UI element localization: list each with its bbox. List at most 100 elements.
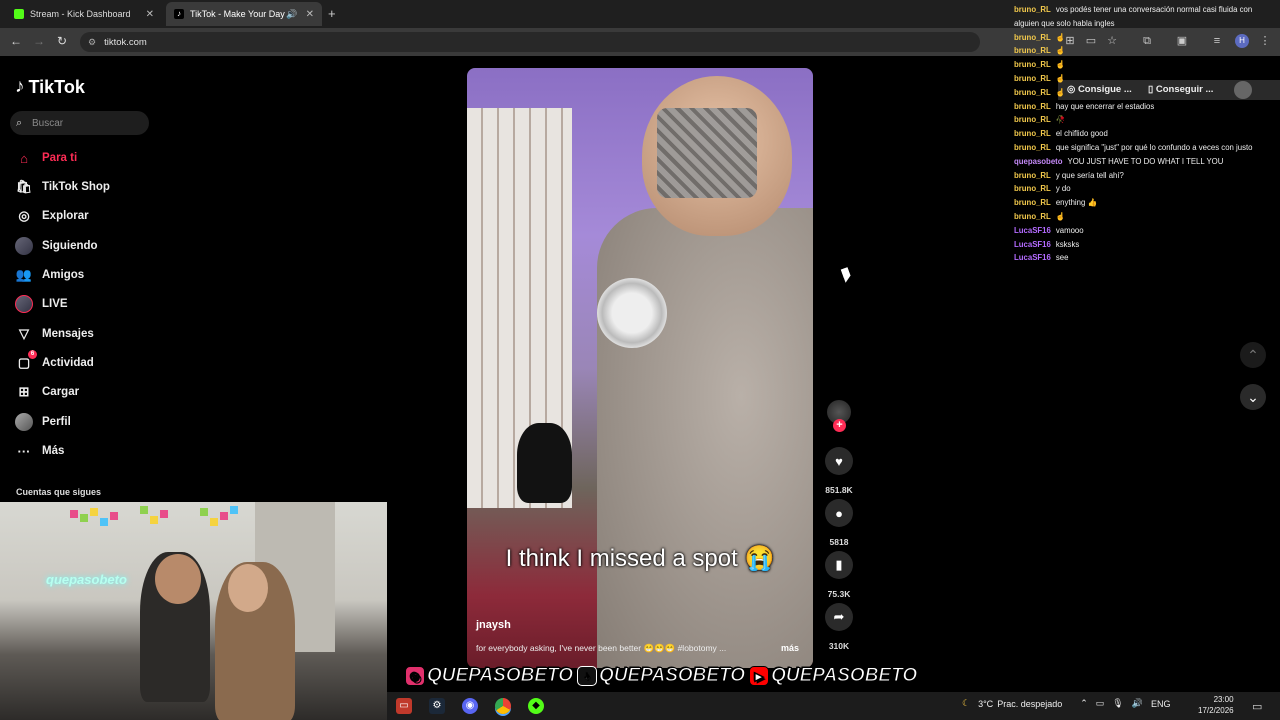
chat-text: ☝ bbox=[1055, 211, 1066, 221]
chat-username: bruno_RL bbox=[1014, 198, 1051, 208]
back-icon[interactable]: ← bbox=[10, 34, 22, 48]
chat-username: bruno_RL bbox=[1014, 87, 1051, 97]
chat-message: quepasobeto YOU JUST HAVE TO DO WHAT I TE… bbox=[1014, 155, 1280, 169]
social-banner: ◎ QUEPASOBETO ♪ QUEPASOBETO ▶ QUEPASOBETO bbox=[405, 661, 918, 691]
chat-text: y que sería tell ahí? bbox=[1055, 170, 1124, 180]
previous-video-button[interactable]: ⌃ bbox=[1240, 342, 1266, 368]
chat-text: ☝ bbox=[1055, 87, 1066, 97]
like-action[interactable]: ♥ 851.8K bbox=[825, 447, 853, 495]
weather-desc: Prac. despejado bbox=[997, 698, 1063, 709]
close-tab-icon[interactable]: ✕ bbox=[146, 9, 154, 20]
chat-text: que significa "just" por qué lo confundo… bbox=[1055, 142, 1253, 152]
tiktok-logo[interactable]: ♪ TikTok bbox=[15, 76, 85, 98]
discord-icon[interactable]: ◉ bbox=[462, 698, 478, 714]
comment-icon[interactable]: ● bbox=[825, 499, 853, 527]
forward-icon[interactable]: → bbox=[33, 34, 45, 48]
chat-message: bruno_RL hay que encerrar el estadios bbox=[1014, 100, 1280, 114]
chat-username: bruno_RL bbox=[1014, 60, 1051, 70]
following-avatar-icon bbox=[15, 237, 33, 255]
share-icon[interactable]: ➦ bbox=[825, 603, 853, 631]
clock[interactable]: 23:00 17/2/2026 bbox=[1198, 694, 1234, 716]
more-icon: ··· bbox=[17, 443, 31, 459]
heart-icon[interactable]: ♥ bbox=[825, 447, 853, 475]
chevron-up-icon[interactable]: ⌃ bbox=[1080, 698, 1088, 709]
friends-icon: 👥 bbox=[15, 267, 33, 282]
sidebar-item-actividad[interactable]: ▢ 6 Actividad bbox=[15, 350, 94, 374]
sidebar-item-mas[interactable]: ··· Más bbox=[15, 440, 65, 462]
chat-message: bruno_RL ☝ bbox=[1014, 72, 1280, 86]
bookmark-icon[interactable]: ▮ bbox=[825, 551, 853, 579]
url-text: tiktok.com bbox=[104, 36, 147, 48]
chat-message: LucaSF16 ksksks bbox=[1014, 238, 1280, 252]
more-link[interactable]: más bbox=[781, 643, 799, 653]
chat-text: 🥀 bbox=[1055, 115, 1066, 125]
video-scene bbox=[597, 208, 813, 668]
close-tab-icon[interactable]: ✕ bbox=[306, 9, 314, 20]
sidebar-item-live[interactable]: LIVE bbox=[15, 293, 68, 315]
chat-text: ☝ bbox=[1055, 46, 1066, 56]
save-action[interactable]: ▮ 75.3K bbox=[825, 551, 853, 599]
social-handle: ♪ QUEPASOBETO bbox=[577, 665, 746, 687]
chat-message: bruno_RL y que sería tell ahí? bbox=[1014, 169, 1280, 183]
tab-kick-dashboard[interactable]: Stream - Kick Dashboard ✕ bbox=[6, 2, 162, 26]
neon-sign: quepasobeto bbox=[46, 572, 127, 587]
handle-text: QUEPASOBETO bbox=[426, 665, 574, 687]
weather-icon[interactable]: ☾ bbox=[962, 698, 970, 709]
tab-tiktok[interactable]: ♪ TikTok - Make Your Day 🔊 ✕ bbox=[166, 2, 322, 26]
site-info-icon[interactable]: ⚙ bbox=[88, 37, 96, 48]
chat-message: bruno_RL ☝ bbox=[1014, 210, 1280, 224]
youtube-icon: ▶ bbox=[749, 666, 770, 686]
speaker-icon[interactable]: 🔊 bbox=[286, 9, 297, 20]
notifications-icon[interactable]: ▭ bbox=[1252, 700, 1262, 713]
chat-username: quepasobeto bbox=[1014, 156, 1063, 166]
new-tab-icon[interactable]: + bbox=[328, 6, 336, 21]
sidebar-item-label: Para ti bbox=[42, 152, 78, 164]
system-tray: ☾ 3°C Prac. despejado ⌃ ▭ 🎙 🔊 ENG bbox=[962, 698, 1170, 709]
kick-app-icon[interactable]: ◆ bbox=[528, 698, 544, 714]
search-icon: ⌕ bbox=[16, 116, 23, 129]
sidebar-item-siguiendo[interactable]: Siguiendo bbox=[15, 235, 98, 257]
sidebar-item-explorar[interactable]: ◎ Explorar bbox=[15, 205, 88, 227]
sidebar-item-para-ti[interactable]: ⌂ Para ti bbox=[15, 147, 77, 169]
chat-text: el chiflido good bbox=[1055, 129, 1108, 139]
tiktok-icon: ♪ bbox=[577, 666, 598, 686]
chat-username: LucaSF16 bbox=[1014, 253, 1051, 263]
sidebar-item-cargar[interactable]: ⊞ Cargar bbox=[15, 381, 80, 403]
chat-message: bruno_RL ☝ bbox=[1014, 86, 1280, 100]
chat-message: bruno_RL el chiflido good bbox=[1014, 127, 1280, 141]
comment-action[interactable]: ● 5818 bbox=[825, 499, 853, 547]
following-header: Cuentas que sigues bbox=[16, 487, 102, 497]
chat-text: ☝ bbox=[1055, 60, 1066, 70]
sidebar-item-label: Perfil bbox=[42, 416, 71, 428]
video-scene bbox=[517, 423, 572, 503]
volume-icon[interactable]: 🔊 bbox=[1132, 698, 1143, 709]
follow-plus-icon[interactable]: + bbox=[833, 419, 846, 432]
app-icon[interactable]: ▭ bbox=[396, 698, 412, 714]
language-indicator[interactable]: ENG bbox=[1151, 699, 1171, 709]
sidebar-item-mensajes[interactable]: ▽ Mensajes bbox=[15, 323, 94, 345]
weather-temp: 3°C bbox=[978, 698, 994, 709]
sidebar-item-perfil[interactable]: Perfil bbox=[15, 411, 71, 433]
chat-message: bruno_RL vos podés tener una conversación… bbox=[1014, 3, 1280, 17]
steam-icon[interactable]: ⚙ bbox=[429, 698, 445, 714]
next-video-button[interactable]: ⌄ bbox=[1240, 384, 1266, 410]
compass-icon: ◎ bbox=[18, 208, 30, 223]
chat-text: vos podés tener una conversación normal … bbox=[1055, 5, 1253, 14]
chat-username: bruno_RL bbox=[1014, 32, 1051, 42]
share-action[interactable]: ➦ 310K bbox=[825, 603, 853, 651]
sidebar-item-tiktok-shop[interactable]: 🛍 TikTok Shop bbox=[15, 176, 110, 198]
reload-icon[interactable]: ↻ bbox=[57, 34, 67, 48]
mic-icon[interactable]: 🎙 bbox=[1112, 698, 1123, 709]
search-input[interactable]: ⌕ Buscar bbox=[10, 111, 149, 135]
video-caption: I think I missed a spot 😭 bbox=[505, 545, 775, 572]
chrome-icon[interactable] bbox=[495, 698, 511, 714]
sidebar-item-label: Mensajes bbox=[42, 328, 94, 340]
sidebar-item-label: Cargar bbox=[42, 386, 80, 398]
video-scene bbox=[657, 108, 757, 198]
video-author[interactable]: jnaysh bbox=[476, 619, 511, 631]
sidebar-item-amigos[interactable]: 👥 Amigos bbox=[15, 264, 84, 286]
url-bar[interactable]: ⚙ tiktok.com bbox=[80, 32, 980, 52]
video-player[interactable]: I think I missed a spot 😭 jnaysh for eve… bbox=[467, 68, 813, 668]
activity-icon: ▢ 6 bbox=[15, 350, 37, 372]
network-icon[interactable]: ▭ bbox=[1096, 698, 1105, 709]
